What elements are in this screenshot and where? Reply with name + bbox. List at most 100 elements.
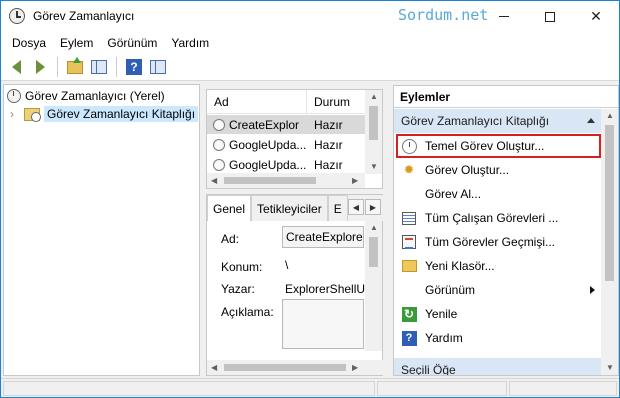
minimize-button[interactable] [481, 1, 527, 32]
tree-item-label: Görev Zamanlayıcı (Yerel) [25, 89, 165, 103]
scrollbar-thumb[interactable] [369, 106, 378, 140]
action-label: Görev Al... [425, 187, 482, 201]
column-header-status[interactable]: Durum [307, 90, 365, 113]
action-label: Görev Oluştur... [425, 163, 510, 177]
action-display-running-tasks[interactable]: Tüm Çalışan Görevleri ... [394, 206, 603, 230]
actions-group-label: Seçili Öğe [401, 363, 456, 376]
watermark-text: Sordum.net [398, 6, 489, 24]
description-label: Açıklama: [221, 305, 274, 319]
scroll-up-icon[interactable]: ▲ [606, 111, 614, 120]
menu-dosya[interactable]: Dosya [5, 36, 53, 50]
tree-item-task-scheduler-local[interactable]: Görev Zamanlayıcı (Yerel) [7, 87, 165, 105]
running-tasks-icon [402, 211, 416, 225]
actions-group-selected-item[interactable]: Seçili Öğe [394, 358, 603, 376]
action-help[interactable]: ? Yardım [394, 326, 603, 350]
scrollbar-thumb[interactable] [224, 177, 316, 184]
action-create-task[interactable]: ✹ Görev Oluştur... [394, 158, 603, 182]
task-list: Ad Durum CreateExplor Hazır GoogleUpda..… [206, 89, 383, 189]
action-import-task[interactable]: Görev Al... [394, 182, 603, 206]
task-list-vertical-scrollbar[interactable]: ▲ ▼ [365, 90, 382, 174]
details-horizontal-scrollbar[interactable]: ◀ ▶ [207, 360, 384, 375]
action-view[interactable]: Görünüm [394, 278, 603, 302]
action-new-folder[interactable]: Yeni Klasör... [394, 254, 603, 278]
show-hide-tree-button[interactable] [88, 56, 110, 78]
scroll-right-icon[interactable]: ▶ [352, 363, 358, 372]
menu-yardim[interactable]: Yardım [164, 36, 216, 50]
scroll-left-icon[interactable]: ◀ [211, 176, 217, 185]
details-vertical-scrollbar[interactable]: ▲ [365, 221, 382, 351]
title-bar: Görev Zamanlayıcı Sordum.net ✕ [1, 1, 619, 32]
action-refresh[interactable]: ↻ Yenile [394, 302, 603, 326]
tab-general[interactable]: Genel [207, 195, 252, 221]
location-label: Konum: [221, 260, 263, 274]
tab-triggers[interactable]: Tetikleyiciler [251, 195, 328, 221]
action-label: Yardım [425, 331, 463, 345]
show-hide-action-pane-button[interactable] [147, 56, 169, 78]
chevron-right-icon[interactable]: › [10, 107, 22, 121]
action-label: Yenile [425, 307, 458, 321]
action-task-history[interactable]: Tüm Görevler Geçmişi... [394, 230, 603, 254]
task-row[interactable]: GoogleUpda... Hazır [207, 135, 365, 154]
folder-clock-icon [24, 107, 41, 122]
forward-button[interactable] [29, 56, 51, 78]
scroll-up-icon[interactable]: ▲ [370, 92, 378, 101]
history-icon [402, 235, 416, 249]
minimize-icon [499, 16, 509, 17]
scrollbar-thumb[interactable] [224, 364, 346, 371]
folder-up-icon [67, 56, 83, 74]
up-one-level-button[interactable] [64, 56, 86, 78]
task-list-horizontal-scrollbar[interactable]: ◀ ▶ [207, 173, 365, 188]
toolbar-separator [57, 57, 58, 77]
actions-vertical-scrollbar[interactable]: ▲ ▼ [601, 109, 618, 375]
navigation-tree: Görev Zamanlayıcı (Yerel) › Görev Zamanl… [3, 84, 200, 376]
scroll-right-icon[interactable]: ▶ [352, 176, 358, 185]
task-status: Hazır [314, 137, 343, 152]
maximize-button[interactable] [527, 1, 573, 32]
scrollbar-thumb[interactable] [605, 125, 614, 281]
collapse-caret-icon[interactable] [587, 118, 595, 123]
refresh-icon: ↻ [401, 306, 417, 322]
status-segment [509, 381, 617, 396]
tab-scroll-left-button[interactable]: ◀ [348, 199, 364, 215]
task-name: GoogleUpda... [229, 137, 307, 152]
back-button[interactable] [5, 56, 27, 78]
column-header-name[interactable]: Ad [207, 90, 307, 113]
window-title: Görev Zamanlayıcı [33, 9, 135, 23]
actions-group-library[interactable]: Görev Zamanlayıcı Kitaplığı [394, 109, 603, 133]
task-row[interactable]: CreateExplor Hazır [207, 115, 365, 134]
author-value: ExplorerShellU [285, 282, 365, 296]
toolbar-separator [116, 57, 117, 77]
author-label: Yazar: [221, 282, 255, 296]
task-list-header: Ad Durum [207, 90, 365, 114]
actions-pane: Eylemler Görev Zamanlayıcı Kitaplığı Tem… [393, 85, 619, 376]
action-label: Tüm Çalışan Görevleri ... [425, 211, 559, 225]
tree-item-label: Görev Zamanlayıcı Kitaplığı [44, 106, 199, 122]
scroll-down-icon[interactable]: ▼ [370, 162, 378, 171]
help-button[interactable]: ? [123, 56, 145, 78]
task-row[interactable]: GoogleUpda... Hazır [207, 155, 365, 174]
description-field[interactable] [282, 299, 364, 349]
highlight-box [396, 134, 601, 158]
tree-item-task-scheduler-library[interactable]: › Görev Zamanlayıcı Kitaplığı [10, 105, 199, 123]
back-arrow-icon [11, 60, 21, 74]
tab-scroll-right-button[interactable]: ▶ [365, 199, 381, 215]
menu-gorunum[interactable]: Görünüm [100, 36, 164, 50]
task-scheduler-clock-icon [9, 8, 25, 24]
clock-icon [7, 89, 21, 103]
scroll-up-icon[interactable]: ▲ [370, 223, 378, 232]
scrollbar-thumb[interactable] [369, 237, 378, 267]
menu-eylem[interactable]: Eylem [53, 36, 100, 50]
task-name: CreateExplor [229, 117, 300, 132]
name-field[interactable]: CreateExplorer [282, 226, 364, 248]
show-hide-action-pane-icon [150, 60, 166, 74]
menu-bar: Dosya Eylem Görünüm Yardım [1, 32, 619, 54]
close-button[interactable]: ✕ [573, 1, 619, 32]
location-value: \ [285, 258, 289, 272]
task-status: Hazır [314, 157, 343, 172]
name-label: Ad: [221, 232, 240, 246]
chevron-left-icon: ◀ [352, 202, 360, 212]
task-status: Hazır [314, 117, 343, 132]
tab-actions[interactable]: E [327, 195, 348, 221]
scroll-down-icon[interactable]: ▼ [606, 363, 614, 372]
scroll-left-icon[interactable]: ◀ [211, 363, 217, 372]
